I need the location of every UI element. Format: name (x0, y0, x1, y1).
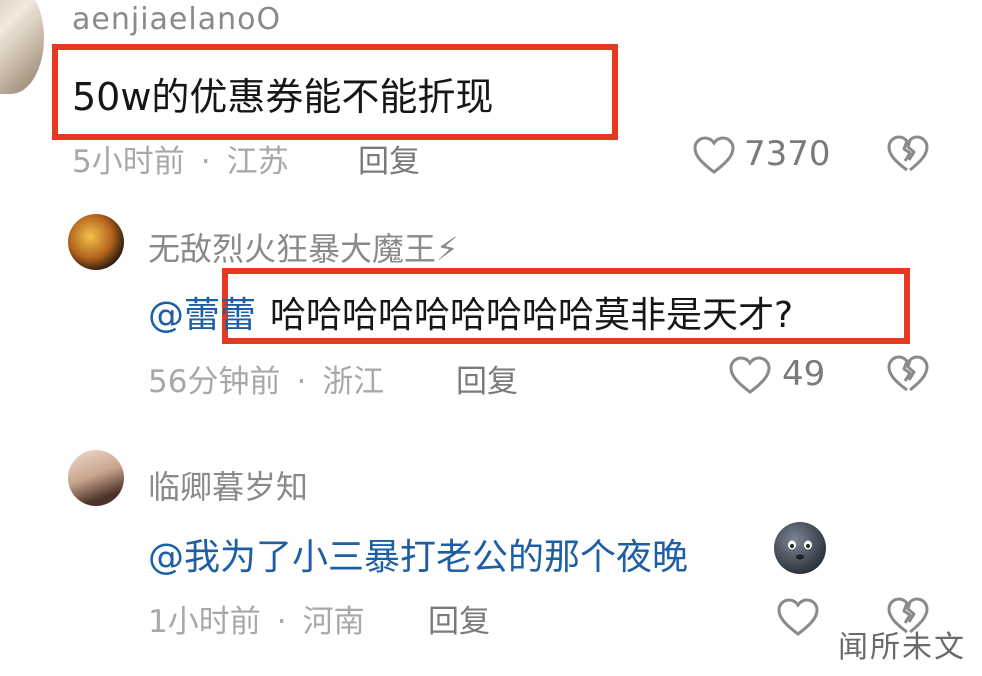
dislike-button[interactable] (886, 354, 930, 396)
mention-link[interactable]: @蕾蕾 (148, 295, 256, 336)
reply-button[interactable]: 回复 (358, 136, 420, 181)
reply-location: 河南 (302, 604, 365, 640)
like-button[interactable]: 7370 (690, 132, 831, 178)
dislike-button[interactable] (886, 134, 930, 176)
meta-separator: · (276, 604, 287, 640)
reply-meta: 56分钟前 · 浙江 (148, 356, 384, 401)
comment-text: 50w的优惠券能不能折现 (72, 75, 494, 119)
reply-time: 56分钟前 (148, 364, 281, 400)
reply-button[interactable]: 回复 (456, 356, 518, 401)
comment-location: 江苏 (226, 144, 289, 180)
avatar[interactable] (68, 450, 124, 506)
like-button[interactable] (774, 594, 822, 640)
reply-button[interactable]: 回复 (428, 596, 490, 641)
like-count: 49 (782, 354, 826, 394)
reply-location: 浙江 (322, 364, 385, 400)
meta-separator: · (296, 364, 307, 400)
heart-outline-icon (693, 136, 735, 174)
like-button[interactable]: 49 (726, 352, 830, 398)
meta-separator: · (200, 144, 211, 180)
comment-username[interactable]: aenjiaelanoO (72, 2, 281, 37)
heart-outline-icon (777, 598, 819, 636)
mention-link[interactable]: @我为了小三暴打老公的那个夜晚 (148, 537, 688, 578)
reply-text: @蕾蕾 哈哈哈哈哈哈哈哈哈莫非是天才? (148, 286, 793, 338)
avatar[interactable] (68, 214, 124, 270)
comment-time: 5小时前 (72, 144, 185, 180)
broken-heart-icon (887, 355, 929, 392)
avatar[interactable] (0, 0, 44, 94)
reply-username[interactable]: 无敌烈火狂暴大魔王⚡ (148, 224, 458, 270)
broken-heart-icon (887, 135, 929, 172)
heart-outline-icon (729, 356, 771, 394)
reply-body: 哈哈哈哈哈哈哈哈哈莫非是天才? (270, 295, 794, 336)
reply-time: 1小时前 (148, 604, 261, 640)
comment-meta: 5小时前 · 江苏 (72, 136, 289, 181)
reply-text: @我为了小三暴打老公的那个夜晚 (148, 528, 688, 580)
reply-meta: 1小时前 · 河南 (148, 596, 365, 641)
reply-username[interactable]: 临卿暮岁知 (148, 462, 308, 508)
emoji-face-icon (772, 520, 828, 576)
like-count: 7370 (744, 134, 831, 174)
watermark: 闻所未文 (838, 630, 966, 665)
